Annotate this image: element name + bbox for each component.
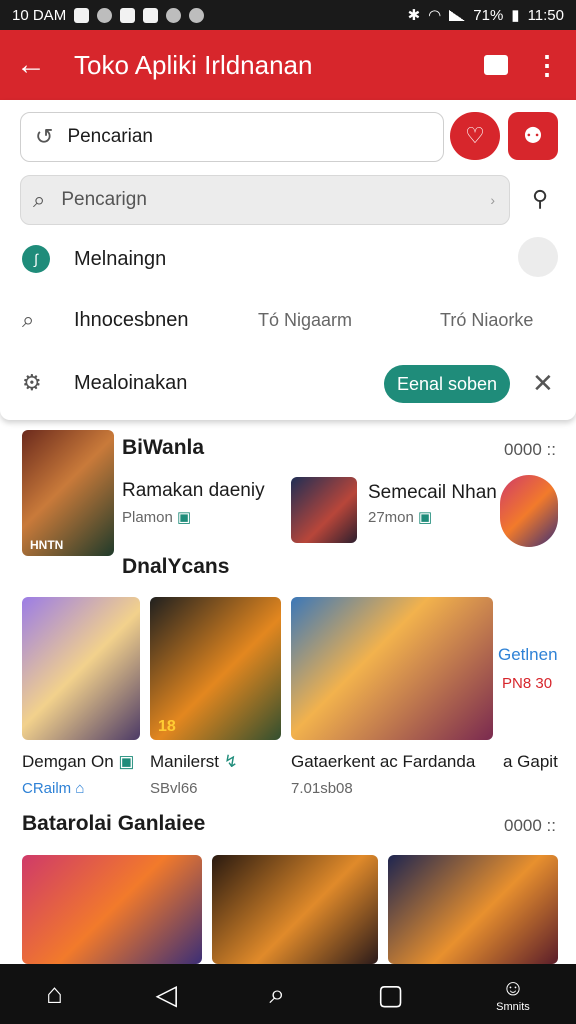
featured-thumbnail[interactable]: HNTN bbox=[22, 430, 114, 556]
battery-percent: 71% bbox=[473, 6, 504, 24]
status-time-left: 10 DAM bbox=[12, 6, 67, 24]
search-input[interactable]: ↺ Pencarian bbox=[20, 112, 444, 162]
notification-icon bbox=[189, 7, 205, 23]
game-name[interactable]: a Gapit bbox=[503, 752, 558, 772]
section-more[interactable]: 0000 :: bbox=[504, 440, 556, 460]
section-title: Batarolai Ganlaiee bbox=[22, 812, 206, 835]
suggestion-app-icon: ∫ bbox=[22, 245, 50, 273]
suggestion-tag[interactable]: Tró Niaorke bbox=[440, 310, 533, 331]
search-field-placeholder: Pencarign bbox=[61, 189, 147, 210]
search-suggestion-panel: ↺ Pencarian ♡ ⚉ ⌕ Pencarign › ⚲ ∫ Melnai… bbox=[0, 100, 576, 420]
sync-icon: ↺ bbox=[35, 124, 54, 149]
game-thumbnail[interactable] bbox=[22, 855, 202, 964]
thumbnail-label: HNTN bbox=[30, 538, 64, 552]
suggestion-label: Melnaingn bbox=[74, 247, 167, 270]
home-icon[interactable]: ⌂ bbox=[46, 978, 63, 1010]
search-icon: ⌕ bbox=[22, 307, 35, 332]
cast-icon[interactable] bbox=[484, 55, 508, 75]
app-sub: 27mon ▣ bbox=[368, 509, 433, 526]
section-title: DnalYcans bbox=[122, 555, 230, 578]
settings-icon: ⚙ bbox=[22, 370, 42, 395]
install-icon: ▣ bbox=[177, 509, 192, 526]
search-input-value: Pencarian bbox=[67, 126, 153, 147]
app-icon[interactable] bbox=[291, 477, 357, 543]
suggestion-item[interactable]: ⚙ Mealoinakan bbox=[22, 370, 187, 396]
character-art bbox=[500, 475, 558, 547]
notification-icon bbox=[97, 7, 113, 23]
user-search-icon[interactable]: ⚲ bbox=[532, 186, 548, 212]
notification-icon bbox=[166, 7, 182, 23]
bottom-nav: ⌂ ◁ ⌕ ▢ ☺ Smnits bbox=[0, 964, 576, 1024]
battery-icon: ▮ bbox=[511, 7, 520, 24]
wifi-icon: ◠ bbox=[428, 7, 442, 24]
notification-icon bbox=[74, 7, 90, 23]
suggestion-label: Mealoinakan bbox=[74, 371, 188, 394]
people-icon: ⚉ bbox=[523, 123, 543, 148]
age-badge: 18 bbox=[158, 718, 176, 735]
status-clock: 11:50 bbox=[527, 6, 564, 24]
search-field[interactable]: ⌕ Pencarign › bbox=[20, 175, 510, 225]
app-name[interactable]: Ramakan daeniy bbox=[122, 480, 265, 502]
notification-icon bbox=[143, 7, 159, 23]
app-name[interactable]: Semecail Nhan bbox=[368, 482, 497, 504]
game-name[interactable]: Demgan On ▣ bbox=[22, 752, 134, 772]
side-sub: PN8 30 bbox=[502, 675, 553, 692]
filter-chip[interactable]: Eenal soben bbox=[384, 365, 510, 403]
status-bar: 10 DAM ✱ ◠ 71% ▮ 11:50 bbox=[0, 0, 576, 30]
game-thumbnail[interactable] bbox=[291, 597, 493, 740]
install-icon: ⌂ bbox=[75, 780, 85, 797]
game-thumbnail[interactable] bbox=[212, 855, 378, 964]
favorite-button[interactable]: ♡ bbox=[450, 112, 500, 160]
suggestion-tag[interactable]: Tó Nigaarm bbox=[258, 310, 352, 331]
install-icon: ↯ bbox=[223, 752, 238, 771]
install-icon: ▣ bbox=[418, 509, 433, 526]
bluetooth-icon: ✱ bbox=[407, 7, 421, 24]
back-icon[interactable]: ◁ bbox=[155, 978, 177, 1011]
suggestion-label: Ihnocesbnen bbox=[74, 308, 189, 331]
heart-icon: ♡ bbox=[465, 123, 485, 148]
close-icon[interactable]: ✕ bbox=[532, 368, 554, 399]
game-thumbnail[interactable]: 18 bbox=[150, 597, 281, 740]
search-icon[interactable]: ⌕ bbox=[269, 978, 285, 1011]
game-sub: 7.01sb08 bbox=[291, 780, 353, 797]
suggestion-avatar bbox=[518, 237, 558, 277]
profile-label: Smnits bbox=[496, 1001, 530, 1013]
side-title[interactable]: Getlnen bbox=[498, 645, 558, 665]
notification-icon bbox=[120, 7, 136, 23]
overflow-menu-icon[interactable]: ⋮ bbox=[534, 52, 560, 78]
install-icon: ▣ bbox=[118, 752, 135, 771]
section-title: BiWanla bbox=[122, 436, 205, 459]
game-thumbnail[interactable] bbox=[388, 855, 558, 964]
search-icon: ⌕ bbox=[33, 187, 46, 212]
profile-tab[interactable]: ☺ Smnits bbox=[496, 975, 530, 1013]
app-bar: ← Toko Apliki Irldnanan ⋮ bbox=[0, 30, 576, 100]
recents-icon[interactable]: ▢ bbox=[377, 978, 403, 1011]
game-thumbnail[interactable] bbox=[22, 597, 140, 740]
game-sub: SBvl66 bbox=[150, 780, 198, 797]
game-name[interactable]: Gataerkent ac Fardanda bbox=[291, 752, 475, 772]
chevron-right-icon: › bbox=[490, 192, 495, 208]
game-sub: CRailm ⌂ bbox=[22, 780, 85, 797]
section-more[interactable]: 0000 :: bbox=[504, 816, 556, 836]
game-name[interactable]: Manilerst ↯ bbox=[150, 752, 238, 772]
suggestion-item[interactable]: ⌕ Ihnocesbnen Tó Nigaarm Tró Niaorke bbox=[22, 307, 562, 333]
signal-icon bbox=[449, 9, 466, 21]
page-title: Toko Apliki Irldnanan bbox=[74, 49, 313, 80]
suggestion-item[interactable]: ∫ Melnaingn bbox=[22, 245, 166, 273]
app-sub: Plamon ▣ bbox=[122, 509, 192, 526]
back-arrow-icon[interactable]: ← bbox=[16, 48, 56, 82]
profile-icon: ☺ bbox=[501, 975, 525, 1000]
account-button[interactable]: ⚉ bbox=[508, 112, 558, 160]
